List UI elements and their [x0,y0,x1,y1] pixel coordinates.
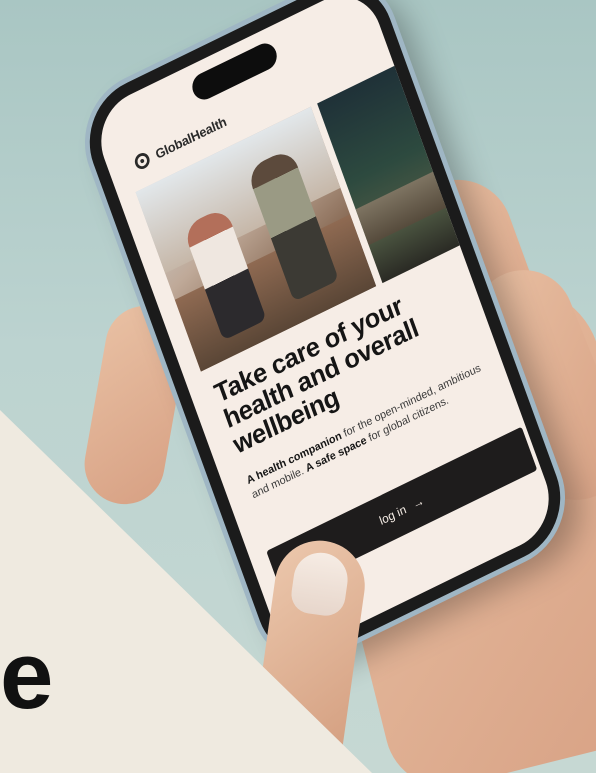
globalhealth-logo-icon [131,149,153,174]
dynamic-island [188,39,281,104]
carousel-image-detail [355,165,459,246]
login-button-label: log in [377,502,409,528]
thumb-nail [288,549,352,619]
corner-headline-fragment: e [0,622,54,729]
arrow-right-icon: → [410,493,427,512]
promo-stage: GlobalHealth Take care of your health an… [0,0,596,773]
